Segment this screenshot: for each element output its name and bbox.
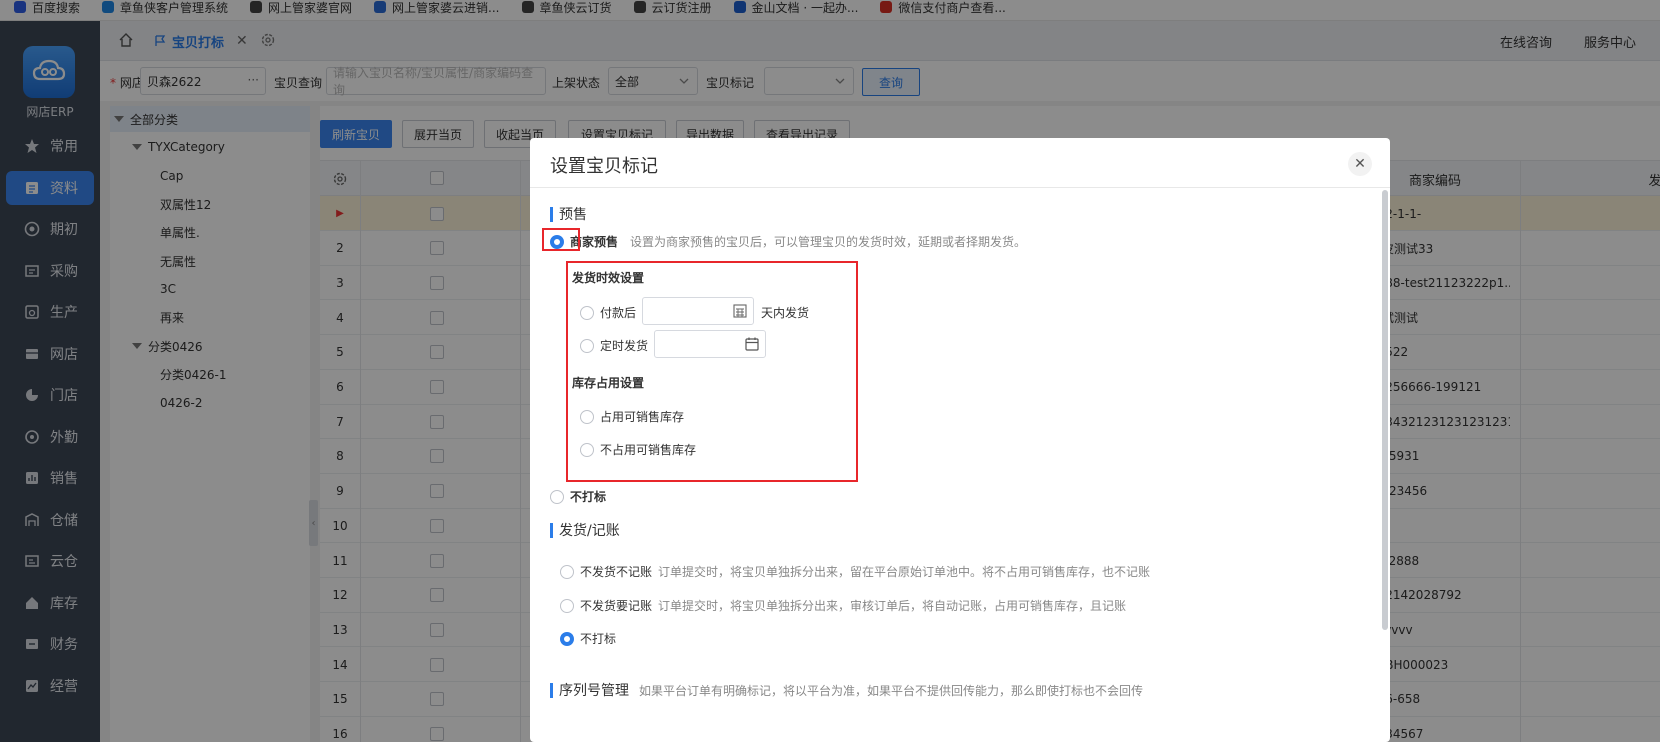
dialog-title: 设置宝贝标记 [550, 156, 658, 177]
calculator-icon [733, 304, 747, 318]
highlight-radio-box [542, 228, 580, 251]
section-label: 序列号管理 [559, 683, 629, 699]
radio-shipping-no-mark[interactable]: 不打标 [560, 630, 616, 647]
radio-after-payment[interactable]: 付款后 [580, 304, 636, 321]
radio-circle[interactable] [580, 442, 594, 457]
section-desc: 如果平台订单有明确标记，将以平台为准，如果平台不提供回传能力，那么即使打标也不会… [639, 683, 1144, 698]
radio-label: 不打标 [570, 490, 607, 504]
radio-not-occupy-stock[interactable]: 不占用可销售库存 [580, 441, 696, 458]
set-mark-dialog: 设置宝贝标记 ✕ 预售 商家预售 设置为商家预售的宝贝后，可以管理宝贝的发货时效… [530, 138, 1390, 742]
radio-circle[interactable] [560, 598, 574, 613]
radio-scheduled[interactable]: 定时发货 [580, 337, 648, 354]
radio-circle[interactable] [550, 489, 564, 504]
radio-circle[interactable] [560, 631, 574, 646]
close-icon[interactable]: ✕ [1348, 152, 1372, 176]
radio-label: 占用可销售库存 [600, 410, 685, 424]
radio-no-ship-book[interactable]: 不发货要记账 订单提交时，将宝贝单独拆分出来，审核订单后，将自动记账，占用可销售… [560, 597, 1126, 614]
radio-circle[interactable] [560, 564, 574, 579]
radio-desc: 订单提交时，将宝贝单独拆分出来，审核订单后，将自动记账，占用可销售库存，且记账 [658, 599, 1127, 613]
dialog-divider [530, 187, 1390, 188]
radio-circle[interactable] [580, 409, 594, 424]
section-label: 发货/记账 [559, 523, 620, 539]
radio-circle[interactable] [580, 305, 594, 320]
radio-merchant-presale[interactable]: 商家预售 设置为商家预售的宝贝后，可以管理宝贝的发货时效，延期或者择期发货。 [550, 233, 1026, 250]
section-shipping: 发货/记账 [550, 520, 620, 540]
radio-desc: 订单提交时，将宝贝单独拆分出来，留在平台原始订单池中。将不占用可销售库存，也不记… [658, 565, 1151, 579]
timing-title: 发货时效设置 [572, 271, 645, 285]
radio-circle[interactable] [580, 338, 594, 353]
radio-no-ship-no-book[interactable]: 不发货不记账 订单提交时，将宝贝单独拆分出来，留在平台原始订单池中。将不占用可销… [560, 563, 1150, 580]
radio-label: 不打标 [580, 632, 617, 646]
radio-label: 不占用可销售库存 [600, 443, 697, 457]
section-bar [550, 206, 553, 222]
within-days-label: 天内发货 [761, 306, 810, 320]
section-label: 预售 [559, 207, 587, 223]
date-input[interactable] [654, 330, 766, 358]
section-bar [550, 682, 553, 698]
radio-label: 不发货不记账 [580, 565, 653, 579]
radio-label: 定时发货 [600, 339, 649, 353]
section-presale: 预售 [550, 204, 587, 224]
stock-title: 库存占用设置 [572, 376, 645, 390]
dialog-scrollbar[interactable] [1382, 190, 1388, 630]
radio-occupy-stock[interactable]: 占用可销售库存 [580, 408, 684, 425]
section-bar [550, 522, 553, 538]
section-serial: 序列号管理 如果平台订单有明确标记，将以平台为准，如果平台不提供回传能力，那么即… [550, 680, 1143, 700]
radio-desc: 设置为商家预售的宝贝后，可以管理宝贝的发货时效，延期或者择期发货。 [630, 235, 1027, 249]
radio-label: 不发货要记账 [580, 599, 653, 613]
calendar-icon [745, 337, 759, 351]
radio-presale-no-mark[interactable]: 不打标 [550, 488, 606, 505]
days-input[interactable] [642, 297, 754, 325]
radio-label: 付款后 [600, 306, 637, 320]
